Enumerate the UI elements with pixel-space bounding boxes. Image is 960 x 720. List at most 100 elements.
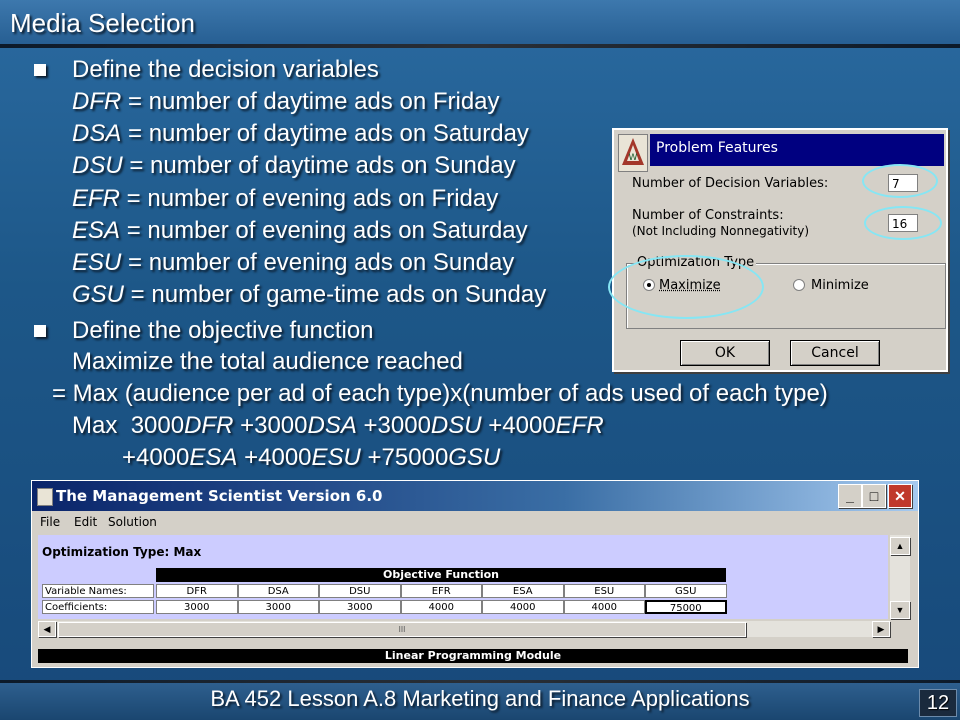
objective-max-prefix: Max	[72, 412, 131, 439]
coefficient-cell[interactable]: 3000	[156, 600, 238, 614]
variable-description: = number of game-time ads on Sunday	[124, 281, 547, 309]
variable-name-cell[interactable]: DFR	[156, 584, 238, 598]
variable-description: = number of evening ads on Friday	[120, 184, 499, 212]
coefficient-cell[interactable]: 3000	[319, 600, 401, 614]
coefficient-cell[interactable]: 75000	[645, 600, 727, 614]
variable-name: ESA	[72, 216, 121, 244]
menu-bar: File Edit Solution	[32, 513, 918, 533]
variable-name: DFR	[72, 88, 122, 115]
scroll-up-icon[interactable]: ▲	[890, 537, 910, 555]
variable-name-cell[interactable]: GSU	[645, 584, 727, 598]
minimize-window-button[interactable]: _	[838, 484, 862, 508]
management-scientist-window: The Management Scientist Version 6.0 _ □…	[31, 480, 919, 668]
variable-description: = number of daytime ads on Friday	[121, 88, 500, 115]
cancel-button[interactable]: Cancel	[790, 340, 880, 366]
objective-coefficient: +4000	[481, 412, 556, 439]
variable-name: DSU	[72, 152, 123, 180]
objective-variable: ESU	[311, 444, 361, 471]
vertical-scrollbar[interactable]: ▲ ▼	[890, 535, 910, 619]
highlight-num-vars	[862, 164, 938, 198]
horizontal-scrollbar[interactable]: ◀ III ▶	[38, 621, 890, 637]
objective-line-1: Maximize the total audience reached	[72, 348, 463, 375]
variable-description: = number of evening ads on Sunday	[121, 249, 515, 276]
objective-terms-row-2: +4000ESA +4000ESU +75000GSU	[122, 444, 500, 471]
variable-name-cell[interactable]: DSA	[237, 584, 319, 598]
window-title: The Management Scientist Version 6.0	[56, 487, 383, 505]
variable-name-cell[interactable]: ESA	[482, 584, 564, 598]
app-logo-icon	[37, 488, 53, 506]
variable-definition: EFR = number of evening ads on Friday	[72, 183, 498, 215]
row-label-variable-names: Variable Names:	[42, 584, 154, 598]
variable-description: = number of evening ads on Saturday	[120, 216, 528, 244]
num-vars-label: Number of Decision Variables:	[632, 176, 829, 191]
maximize-window-button[interactable]: □	[862, 484, 886, 508]
minimize-label[interactable]: Minimize	[811, 278, 869, 293]
objective-coefficient: +4000	[237, 444, 312, 471]
scroll-left-icon[interactable]: ◀	[38, 621, 56, 637]
scroll-right-icon[interactable]: ▶	[872, 621, 890, 637]
objective-coefficient: +75000	[360, 444, 449, 471]
objective-variable: DSA	[307, 412, 357, 439]
variable-definition: DSA = number of daytime ads on Saturday	[72, 118, 529, 150]
variable-name-cell[interactable]: EFR	[400, 584, 482, 598]
variable-name: ESU	[72, 249, 122, 276]
variable-definition: DSU = number of daytime ads on Sunday	[72, 150, 516, 182]
ok-button[interactable]: OK	[680, 340, 770, 366]
bullet-icon	[34, 325, 46, 337]
objective-coefficient: +3000	[356, 412, 431, 439]
close-window-button[interactable]: ✕	[888, 484, 912, 508]
variable-definition: GSU = number of game-time ads on Sunday	[72, 279, 546, 311]
minimize-radio[interactable]	[793, 279, 805, 291]
menu-file[interactable]: File	[40, 515, 60, 529]
app-logo-icon: W	[618, 134, 648, 172]
optimization-type-text: Optimization Type: Max	[42, 545, 202, 559]
module-label: Linear Programming Module	[38, 649, 908, 663]
variable-definition: DFR = number of daytime ads on Friday	[72, 86, 500, 118]
menu-solution[interactable]: Solution	[108, 515, 157, 529]
objective-line-4: +4000ESA +4000ESU +75000GSU	[122, 442, 500, 474]
objective-variable: GSU	[448, 444, 501, 471]
objective-heading: Define the objective function	[72, 317, 374, 344]
row-label-coefficients: Coefficients:	[42, 600, 154, 614]
variable-name: DSA	[72, 120, 122, 148]
svg-text:W: W	[629, 153, 638, 163]
bullet-icon	[34, 64, 46, 76]
coefficient-cell[interactable]: 4000	[482, 600, 564, 614]
objective-coefficient: 3000	[130, 412, 185, 439]
objective-line-3: Max 3000DFR +3000DSA +3000DSU +4000EFR	[72, 410, 604, 442]
dialog-title: Problem Features	[650, 134, 944, 166]
variable-definition: ESA = number of evening ads on Saturday	[72, 215, 528, 247]
variable-description: = number of daytime ads on Sunday	[122, 152, 516, 180]
objective-variable: EFR	[555, 412, 604, 439]
variable-name-cell[interactable]: ESU	[563, 584, 645, 598]
objective-coefficient: +3000	[233, 412, 308, 439]
variable-name: GSU	[72, 281, 125, 309]
slide-title: Media Selection	[10, 8, 195, 38]
slide-footer: BA 452 Lesson A.8 Marketing and Finance …	[210, 686, 750, 711]
objective-variable: ESA	[189, 444, 238, 471]
objective-variable: DFR	[184, 412, 234, 439]
num-constraints-sublabel: (Not Including Nonnegativity)	[632, 224, 810, 238]
coefficient-cell[interactable]: 3000	[237, 600, 319, 614]
menu-edit[interactable]: Edit	[74, 515, 97, 529]
variable-definition: ESU = number of evening ads on Sunday	[72, 247, 514, 279]
title-divider	[0, 44, 960, 48]
model-editor: Optimization Type: Max Objective Functio…	[38, 535, 888, 619]
objective-variable: DSU	[430, 412, 482, 439]
highlight-maximize	[608, 255, 764, 319]
window-titlebar: The Management Scientist Version 6.0 _ □…	[32, 481, 918, 511]
page-number: 12	[919, 689, 957, 717]
highlight-num-constraints	[864, 206, 942, 240]
variable-name-cell[interactable]: DSU	[319, 584, 401, 598]
coefficient-cell[interactable]: 4000	[400, 600, 482, 614]
decision-variables-heading: Define the decision variables	[72, 56, 379, 83]
objective-terms-row-1: 3000DFR +3000DSA +3000DSU +4000EFR	[131, 412, 604, 439]
objective-function-header: Objective Function	[156, 568, 726, 582]
num-constraints-label: Number of Constraints:	[632, 208, 784, 223]
variable-name: EFR	[72, 184, 120, 212]
scroll-down-icon[interactable]: ▼	[890, 601, 910, 619]
objective-coefficient: +4000	[122, 444, 190, 471]
variable-description: = number of daytime ads on Saturday	[121, 120, 529, 148]
coefficient-cell[interactable]: 4000	[563, 600, 645, 614]
horizontal-scroll-thumb[interactable]: III	[58, 622, 746, 637]
